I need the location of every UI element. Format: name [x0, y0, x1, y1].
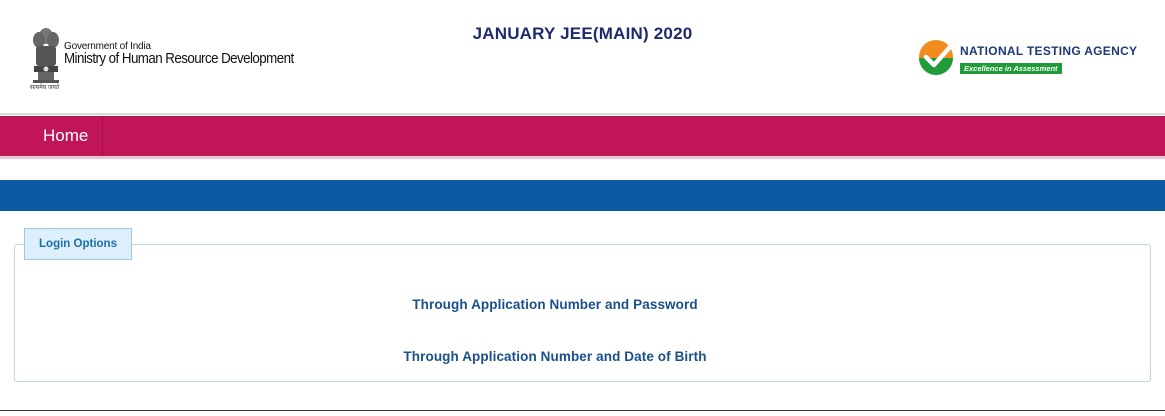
page-header: Government of India Ministry of Human Re…	[0, 0, 1165, 115]
header-divider	[0, 113, 1165, 115]
nta-checkmark-logo-icon	[919, 40, 953, 75]
nav-home-link[interactable]: Home	[28, 116, 104, 156]
ministry-name-text: Ministry of Human Resource Development	[64, 50, 294, 67]
login-dob-link[interactable]: Through Application Number and Date of B…	[0, 349, 1110, 364]
main-navbar: Home	[0, 116, 1165, 159]
nta-tagline: Excellence in Assessment	[960, 63, 1062, 74]
emblem-motto: सत्यमेव जयते	[30, 85, 60, 91]
nta-logo: NATIONAL TESTING AGENCY Excellence in As…	[917, 38, 1137, 76]
nta-name-text: NATIONAL TESTING AGENCY	[960, 44, 1138, 58]
login-options-tab: Login Options	[24, 228, 132, 260]
login-password-link[interactable]: Through Application Number and Password	[0, 297, 1110, 312]
footer-divider	[0, 410, 1165, 411]
blue-banner	[0, 180, 1165, 211]
